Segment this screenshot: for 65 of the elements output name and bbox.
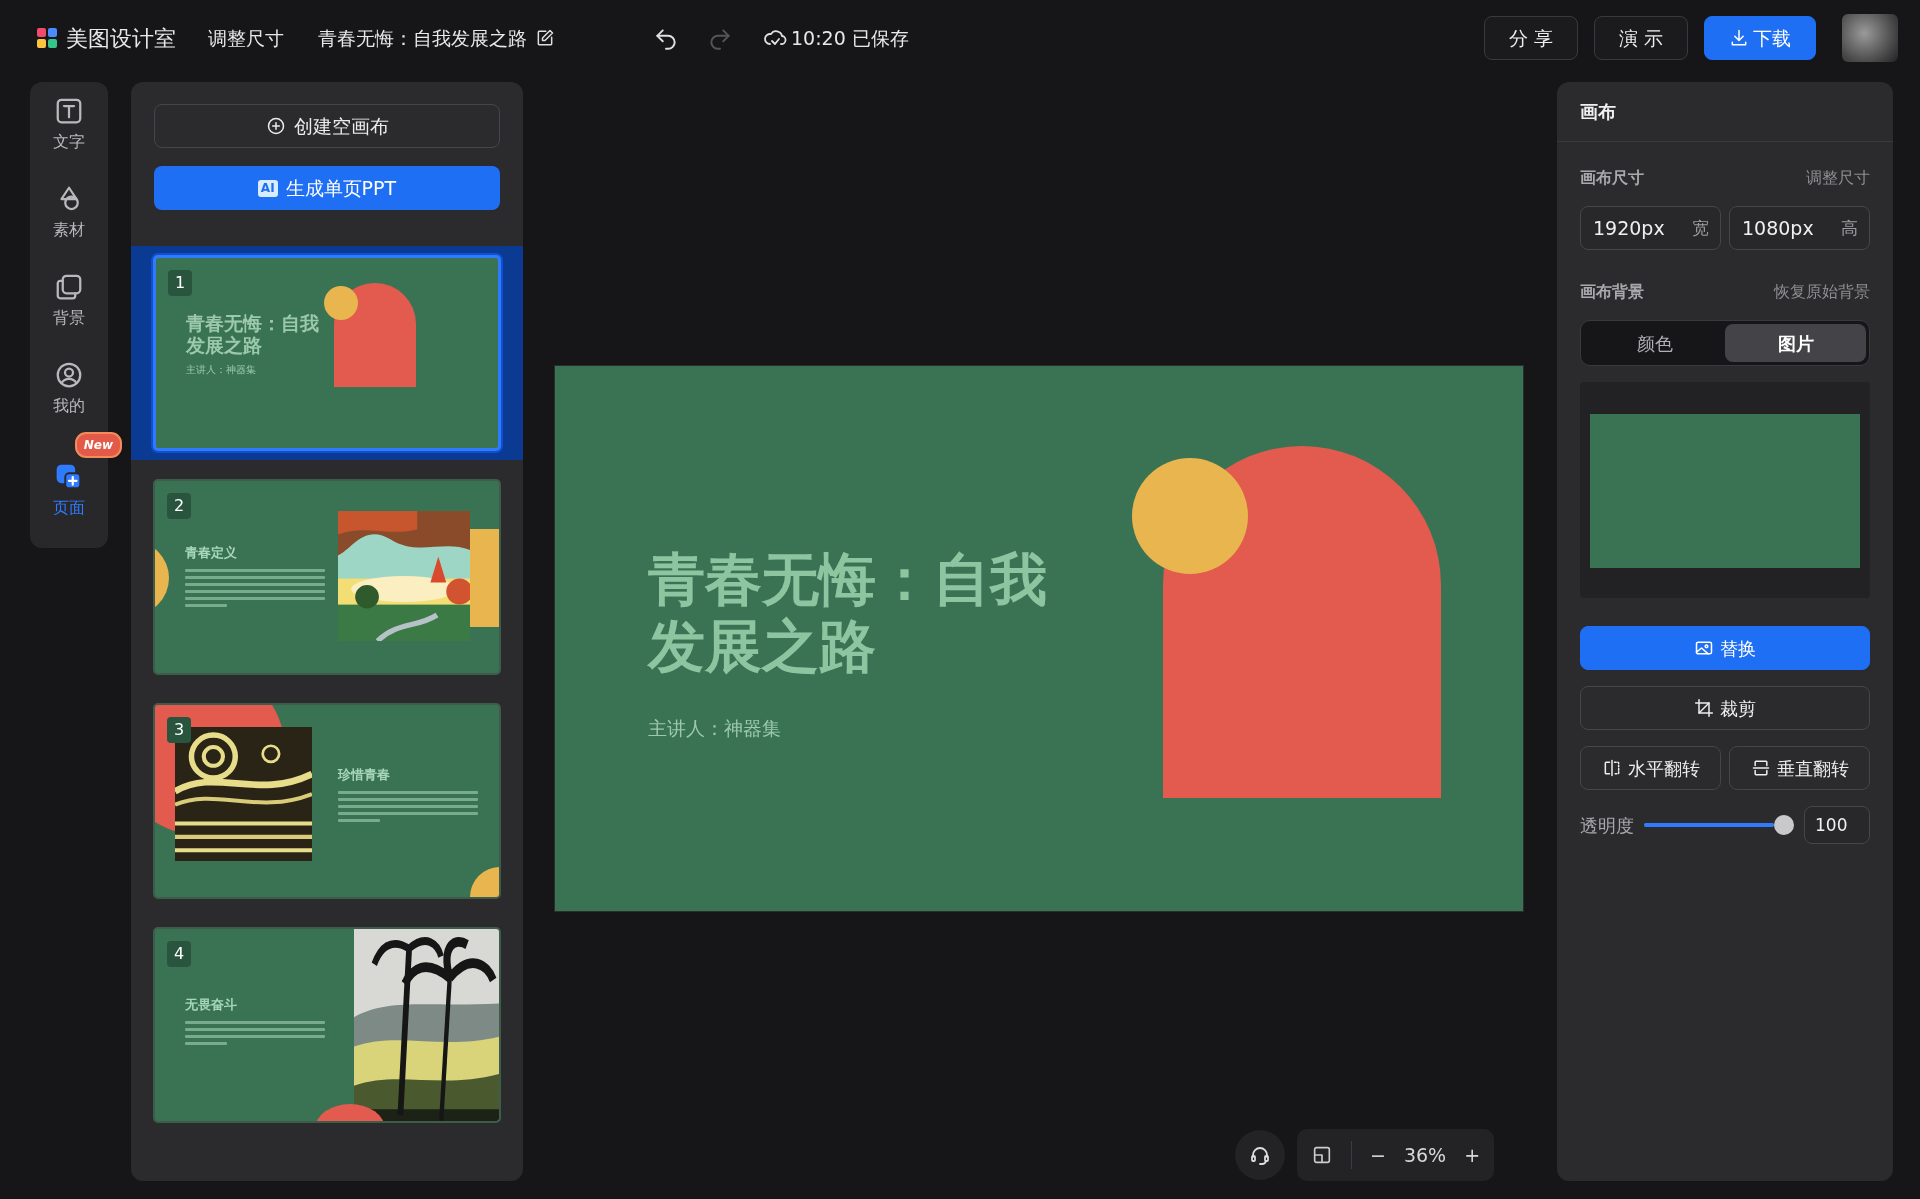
plus-circle-icon <box>265 116 286 136</box>
logo-icon <box>36 27 58 49</box>
generate-ppt-button[interactable]: AI 生成单页PPT <box>154 166 500 210</box>
download-icon <box>1729 28 1749 48</box>
slide-number: 3 <box>167 717 191 743</box>
rail-tab[interactable]: 我的 <box>34 360 104 418</box>
flip-horizontal-button[interactable]: 水平翻转 <box>1580 746 1721 790</box>
avatar[interactable] <box>1842 14 1898 62</box>
opacity-label: 透明度 <box>1580 813 1634 838</box>
slide-thumbnail[interactable]: 3 珍惜青春 <box>153 703 501 899</box>
image-icon <box>1694 638 1714 658</box>
rail-tab[interactable]: 页面 <box>34 462 104 520</box>
rail-tab[interactable]: 背景 <box>34 272 104 330</box>
create-canvas-button[interactable]: 创建空画布 <box>154 104 500 148</box>
zoom-out-button[interactable]: − <box>1370 1140 1386 1170</box>
opacity-slider[interactable] <box>1644 815 1794 835</box>
resize-link[interactable]: 调整尺寸 <box>1806 166 1870 190</box>
slide-title: 青春定义 <box>185 544 237 562</box>
resize-link[interactable]: 调整尺寸 <box>208 23 284 53</box>
crop-button[interactable]: 裁剪 <box>1580 686 1870 730</box>
slide-thumbnail[interactable]: 1 青春无悔：自我发展之路 主讲人：神器集 <box>153 255 501 451</box>
support-button[interactable] <box>1235 1130 1285 1180</box>
slide-number: 4 <box>167 941 191 967</box>
rail-tab[interactable]: 文字 <box>34 96 104 154</box>
slide-title: 珍惜青春 <box>338 766 390 784</box>
flip-vertical-icon <box>1750 758 1771 778</box>
section-label: 画布尺寸 <box>1580 167 1644 189</box>
fit-screen-icon[interactable] <box>1311 1144 1333 1166</box>
background-tab[interactable]: 颜色 <box>1584 324 1725 362</box>
restore-background-link[interactable]: 恢复原始背景 <box>1774 280 1870 304</box>
background-tab[interactable]: 图片 <box>1725 324 1866 362</box>
circle-shape <box>324 286 358 320</box>
opacity-input[interactable]: 100 <box>1804 806 1870 844</box>
new-badge: New <box>74 432 122 458</box>
ai-badge: AI <box>257 179 278 197</box>
share-button[interactable]: 分 享 <box>1483 16 1578 60</box>
slide-number: 2 <box>167 493 191 519</box>
crop-icon <box>1694 698 1714 718</box>
zoom-level: 36% <box>1403 1142 1447 1168</box>
slide-thumbnail[interactable]: 2 青春定义 <box>153 479 501 675</box>
rail-tab[interactable]: 素材 <box>34 184 104 242</box>
mine-icon <box>54 360 84 390</box>
save-status: 10:20 已保存 <box>791 25 909 51</box>
slide-title: 青春无悔：自我发展之路 <box>648 546 1048 681</box>
slider-thumb[interactable] <box>1774 815 1794 835</box>
slide-title: 无畏奋斗 <box>185 996 237 1014</box>
slide-title: 青春无悔：自我发展之路 <box>186 313 320 357</box>
background-icon <box>54 272 84 302</box>
zoom-in-button[interactable]: + <box>1464 1140 1481 1170</box>
replace-button[interactable]: 替换 <box>1580 626 1870 670</box>
unit-label: 宽 <box>1692 217 1709 240</box>
section-label: 画布背景 <box>1580 281 1644 303</box>
slide-subtitle: 主讲人：神器集 <box>186 363 256 377</box>
text-icon <box>54 96 84 126</box>
edit-icon[interactable] <box>535 28 555 48</box>
app-name: 美图设计室 <box>66 24 176 53</box>
present-button[interactable]: 演 示 <box>1593 16 1688 60</box>
slide-subtitle: 主讲人：神器集 <box>648 716 781 741</box>
unit-label: 高 <box>1841 217 1858 240</box>
document-title[interactable]: 青春无悔：自我发展之路 <box>318 23 527 53</box>
flip-vertical-button[interactable]: 垂直翻转 <box>1729 746 1870 790</box>
slide-number: 1 <box>168 270 192 296</box>
download-button[interactable]: 下载 <box>1704 16 1816 60</box>
panel-title: 画布 <box>1557 82 1893 142</box>
slide-thumbnail[interactable]: 4 无畏奋斗 <box>153 927 501 1123</box>
